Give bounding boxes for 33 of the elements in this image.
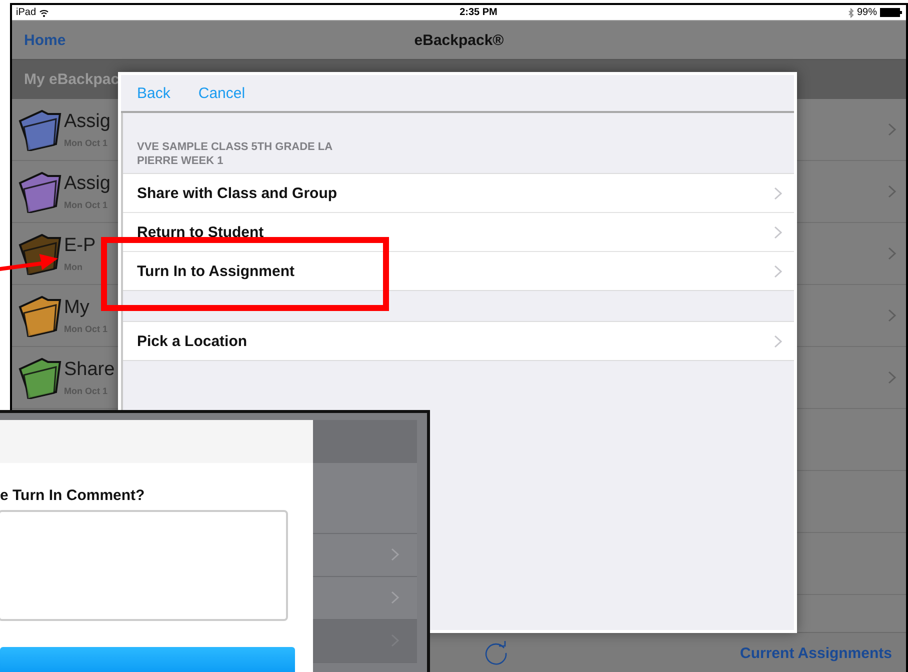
- battery-percent: 99%: [856, 7, 877, 18]
- chevron-icon: [888, 185, 896, 198]
- group-header: VVE SAMPLE CLASS 5TH GRADE LA PIERRE WEEK 1: [136, 140, 334, 169]
- menu-row[interactable]: Return to Student: [123, 212, 794, 251]
- chevron-icon: [391, 591, 399, 604]
- folder-title: Assig: [64, 173, 110, 195]
- chevron-icon: [888, 371, 896, 384]
- chevron-icon: [774, 186, 782, 200]
- chevron-icon: [888, 309, 896, 322]
- chevron-icon: [774, 264, 782, 278]
- chevron-icon: [774, 226, 782, 238]
- folder-title: E-P: [64, 235, 96, 257]
- menu-row[interactable]: Share with Class and Group: [123, 174, 794, 212]
- chevron-icon: [774, 334, 782, 348]
- section-header: My eBackpac: [24, 71, 120, 88]
- folder-title: Assig: [64, 111, 110, 133]
- bluetooth-icon: [848, 8, 854, 18]
- chevron-icon: [888, 123, 896, 136]
- device-name: iPad: [16, 7, 36, 18]
- battery-icon: [880, 8, 902, 17]
- folder-title: My: [64, 297, 90, 319]
- comment-field[interactable]: [0, 510, 288, 621]
- wifi-icon: [39, 8, 50, 16]
- submit-button[interactable]: [0, 646, 295, 672]
- menu-row[interactable]: Pick a Location: [123, 322, 794, 360]
- menu-row[interactable]: Turn In to Assignment: [123, 251, 794, 290]
- chevron-icon: [888, 247, 896, 260]
- status-time: 2:35 PM: [460, 7, 498, 18]
- folder-title: Share: [64, 359, 115, 381]
- chevron-icon: [391, 548, 399, 561]
- app-title: eBackpack®: [414, 32, 504, 48]
- comment-prompt: e Turn In Comment?: [0, 487, 146, 504]
- refresh-icon[interactable]: [483, 640, 509, 666]
